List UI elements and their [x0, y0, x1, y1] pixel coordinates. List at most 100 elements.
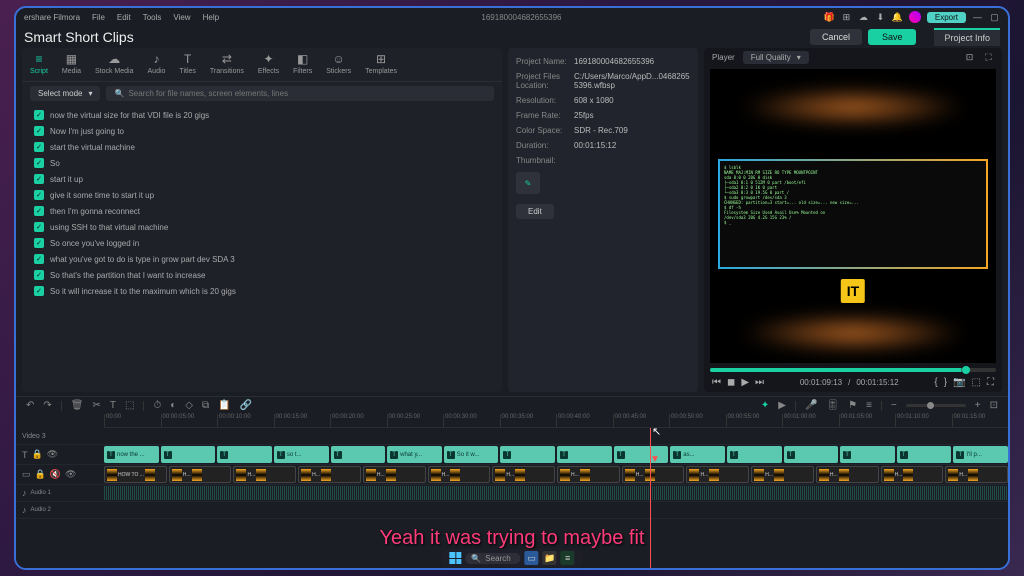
- camera-icon[interactable]: 📷: [953, 377, 965, 388]
- zoom-slider[interactable]: [906, 404, 966, 407]
- project-info-tab[interactable]: Project Info: [934, 28, 1000, 46]
- zoom-out-icon[interactable]: −: [891, 400, 897, 411]
- video-clip[interactable]: H...: [233, 466, 296, 483]
- text-clip[interactable]: T: [331, 446, 386, 463]
- script-line[interactable]: ✓Now I'm just going to: [30, 123, 494, 139]
- snapshot-icon[interactable]: ⊡: [964, 52, 975, 63]
- checkbox-icon[interactable]: ✓: [34, 286, 44, 296]
- mic-icon[interactable]: 🎤: [805, 400, 817, 411]
- delete-icon[interactable]: 🗑: [71, 400, 84, 411]
- keyframe-icon[interactable]: ◇: [185, 400, 193, 411]
- taskbar-app-3[interactable]: ≡: [561, 551, 575, 565]
- video-clip[interactable]: H...: [945, 466, 1008, 483]
- script-line[interactable]: ✓So: [30, 155, 494, 171]
- ai-icon[interactable]: ✦: [761, 400, 769, 411]
- prev-icon[interactable]: ⏮: [712, 377, 721, 388]
- mixer-icon[interactable]: 🎚: [826, 400, 839, 411]
- text-clip[interactable]: T: [217, 446, 272, 463]
- track-header-v2[interactable]: T🔒👁: [16, 445, 104, 465]
- text-clip[interactable]: T: [784, 446, 839, 463]
- scrub-bar[interactable]: [710, 368, 996, 372]
- split-icon[interactable]: ✂: [92, 400, 100, 411]
- video-clip[interactable]: H...: [492, 466, 555, 483]
- track-v2-lane[interactable]: Tnow the ...TTTso t...TTwhat y...TSo it …: [104, 445, 1008, 465]
- thumbnail-box[interactable]: ✎: [516, 172, 540, 194]
- text-clip[interactable]: T: [897, 446, 952, 463]
- bracket-right-icon[interactable]: }: [944, 377, 947, 388]
- search-input[interactable]: 🔍Search for file names, screen elements,…: [106, 86, 494, 101]
- script-line[interactable]: ✓start the virtual machine: [30, 139, 494, 155]
- stop-icon[interactable]: ◼: [727, 377, 735, 388]
- tab-effects[interactable]: ✦Effects: [258, 52, 279, 75]
- text-clip[interactable]: T: [840, 446, 895, 463]
- cancel-button[interactable]: Cancel: [810, 29, 862, 45]
- script-line[interactable]: ✓start it up: [30, 171, 494, 187]
- lock-icon[interactable]: 🔒: [35, 469, 46, 480]
- video-clip[interactable]: H...: [686, 466, 749, 483]
- download-icon[interactable]: ⬇: [875, 12, 886, 23]
- cloud-icon[interactable]: ☁: [858, 12, 869, 23]
- tab-templates[interactable]: ⊞Templates: [365, 52, 397, 75]
- track-icon[interactable]: ≡: [866, 400, 872, 411]
- checkbox-icon[interactable]: ✓: [34, 110, 44, 120]
- avatar[interactable]: [909, 11, 921, 23]
- text-clip[interactable]: Tso t...: [274, 446, 329, 463]
- video-clip[interactable]: H...: [557, 466, 620, 483]
- checkbox-icon[interactable]: ✓: [34, 222, 44, 232]
- mute-icon[interactable]: 🔇: [50, 469, 61, 480]
- menu-tools[interactable]: Tools: [143, 13, 162, 22]
- track-header-a2[interactable]: ♪Audio 2: [16, 502, 104, 519]
- zoom-in-icon[interactable]: +: [975, 400, 981, 411]
- taskbar-app-2[interactable]: 📁: [543, 551, 557, 565]
- script-line[interactable]: ✓So that's the partition that I want to …: [30, 267, 494, 283]
- color-icon[interactable]: ◐: [170, 400, 176, 411]
- eye-icon[interactable]: 👁: [47, 449, 58, 460]
- start-button[interactable]: [449, 552, 461, 564]
- bracket-left-icon[interactable]: {: [934, 377, 937, 388]
- checkbox-icon[interactable]: ✓: [34, 142, 44, 152]
- redo-icon[interactable]: ↷: [43, 400, 51, 411]
- undo-icon[interactable]: ↶: [26, 400, 34, 411]
- paste-icon[interactable]: 📋: [218, 400, 230, 411]
- tab-filters[interactable]: ◧Filters: [293, 52, 312, 75]
- marker-handle[interactable]: ▼: [650, 454, 660, 465]
- script-line[interactable]: ✓So once you've logged in: [30, 235, 494, 251]
- video-clip[interactable]: H...: [881, 466, 944, 483]
- mode-select[interactable]: Select mode▾: [30, 86, 100, 101]
- tab-media[interactable]: ▦Media: [62, 52, 81, 75]
- text-clip[interactable]: T: [557, 446, 612, 463]
- tab-audio[interactable]: ♪Audio: [148, 52, 166, 75]
- lock-icon[interactable]: 🔒: [32, 449, 43, 460]
- play-icon[interactable]: ▶: [741, 377, 749, 388]
- track-header-v1[interactable]: ▭🔒🔇👁: [16, 465, 104, 485]
- video-clip[interactable]: H...: [363, 466, 426, 483]
- quality-select[interactable]: Full Quality▾: [743, 51, 809, 64]
- checkbox-icon[interactable]: ✓: [34, 126, 44, 136]
- copy-icon[interactable]: ⧉: [202, 400, 209, 411]
- script-line[interactable]: ✓what you've got to do is type in grow p…: [30, 251, 494, 267]
- script-line[interactable]: ✓using SSH to that virtual machine: [30, 219, 494, 235]
- checkbox-icon[interactable]: ✓: [34, 158, 44, 168]
- edit-button[interactable]: Edit: [516, 204, 554, 219]
- video-clip[interactable]: H...: [816, 466, 879, 483]
- track-header-a1[interactable]: ♪Audio 1: [16, 485, 104, 502]
- save-button[interactable]: Save: [868, 29, 917, 45]
- script-line[interactable]: ✓give it some time to start it up: [30, 187, 494, 203]
- video-clip[interactable]: H...: [298, 466, 361, 483]
- speed-icon[interactable]: ⏱: [153, 400, 161, 411]
- script-line[interactable]: ✓then I'm gonna reconnect: [30, 203, 494, 219]
- script-line[interactable]: ✓now the virtual size for that VDI file …: [30, 107, 494, 123]
- taskbar-app-1[interactable]: ▭: [525, 551, 539, 565]
- text-clip[interactable]: T: [500, 446, 555, 463]
- menu-edit[interactable]: Edit: [117, 13, 131, 22]
- track-a2-lane[interactable]: [104, 502, 1008, 519]
- export-button[interactable]: Export: [927, 12, 966, 23]
- menu-view[interactable]: View: [173, 13, 190, 22]
- text-clip[interactable]: Twhat y...: [387, 446, 442, 463]
- tab-script[interactable]: ≡Script: [30, 52, 48, 75]
- text-clip[interactable]: T: [727, 446, 782, 463]
- video-clip[interactable]: HOW TO ...: [104, 466, 167, 483]
- taskbar-search[interactable]: 🔍Search: [465, 553, 520, 564]
- marker-icon[interactable]: ⚑: [848, 400, 857, 411]
- video-clip[interactable]: H...: [751, 466, 814, 483]
